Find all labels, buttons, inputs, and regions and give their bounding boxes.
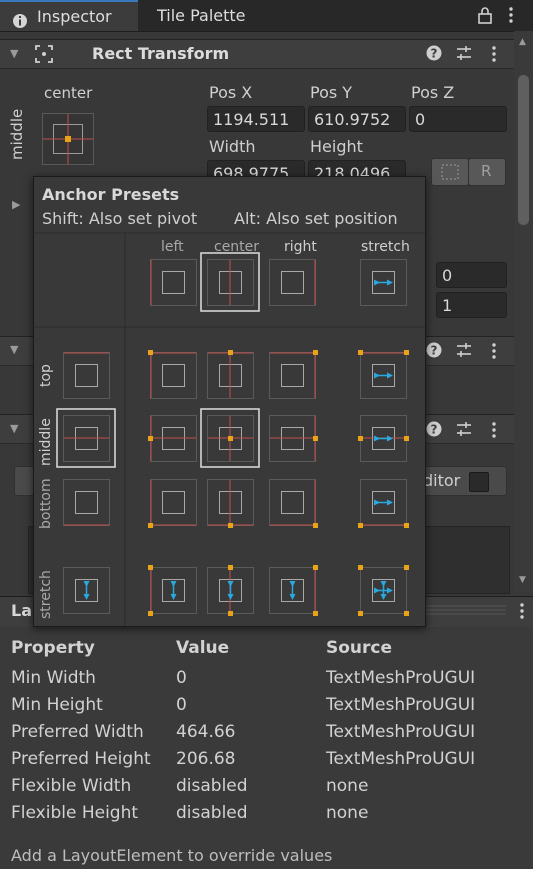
cell-property: Flexible Width <box>11 776 132 796</box>
settings-sliders-icon-2[interactable] <box>456 342 472 362</box>
height-label: Height <box>310 137 363 156</box>
inspector-icon <box>12 9 28 28</box>
settings-sliders-icon[interactable] <box>456 45 472 65</box>
layout-menu-icon[interactable] <box>518 602 526 624</box>
cell-property: Min Width <box>11 668 96 688</box>
cell-property: Min Height <box>11 695 103 715</box>
blueprint-icon <box>441 164 459 184</box>
cell-value: 0 <box>176 668 187 688</box>
col-header-property: Property <box>11 638 95 658</box>
preset-center-stretch[interactable] <box>207 565 254 616</box>
cell-source: TextMeshProUGUI <box>326 749 476 769</box>
lock-icon[interactable] <box>477 6 493 28</box>
pos-y-field[interactable]: 610.9752 <box>308 106 406 132</box>
scrollbar-thumb[interactable] <box>518 75 529 225</box>
help-icon[interactable]: ? <box>426 45 442 65</box>
cell-source: TextMeshProUGUI <box>326 668 476 688</box>
rect-transform-icon <box>34 44 54 68</box>
width-label: Width <box>209 137 256 156</box>
svg-text:?: ? <box>431 47 438 61</box>
scale-field-b[interactable]: 1 <box>436 292 507 318</box>
preset-right-none[interactable] <box>269 259 316 306</box>
editor-toggle-icon <box>469 472 489 492</box>
kebab-menu-icon[interactable] <box>507 6 515 28</box>
preset-right-bottom[interactable] <box>269 479 319 529</box>
rect-transform-title: Rect Transform <box>92 44 230 63</box>
cell-value: disabled <box>176 776 248 796</box>
anchor-h-label: center <box>44 84 93 102</box>
help-icon-2[interactable]: ? <box>426 342 442 362</box>
cell-value: 464.66 <box>176 722 236 742</box>
cell-property: Flexible Height <box>11 803 139 823</box>
preset-none-top[interactable] <box>63 352 110 399</box>
preset-right-stretch[interactable] <box>269 565 319 616</box>
preset-center-middle[interactable] <box>200 408 260 468</box>
col-header-value: Value <box>176 638 230 658</box>
scroll-down-icon[interactable]: ▼ <box>519 575 526 585</box>
settings-sliders-icon-3[interactable] <box>456 421 472 441</box>
preset-stretch-bottom[interactable] <box>358 479 409 529</box>
foldout-caret-icon[interactable]: ▼ <box>10 47 18 60</box>
tab-inspector-label: Inspector <box>37 7 112 26</box>
cell-property: Preferred Width <box>11 722 144 742</box>
preset-left-top[interactable] <box>148 350 197 399</box>
svg-text:?: ? <box>431 344 438 358</box>
cell-value: 206.68 <box>176 749 236 769</box>
preset-left-stretch[interactable] <box>148 565 197 616</box>
component-menu-icon-3[interactable] <box>490 421 498 443</box>
layout-properties-table: Property Value Source Min Width 0 TextMe… <box>0 627 533 869</box>
component-menu-icon-2[interactable] <box>490 342 498 364</box>
drag-handle-icon[interactable] <box>424 604 506 620</box>
cell-source: TextMeshProUGUI <box>326 722 476 742</box>
raw-edit-button[interactable]: R <box>468 158 506 186</box>
preset-none-stretch[interactable] <box>63 567 110 614</box>
svg-text:?: ? <box>431 423 438 437</box>
preset-center-top[interactable] <box>207 350 254 399</box>
preset-stretch-none[interactable] <box>360 259 407 306</box>
tab-tile-palette-label: Tile Palette <box>157 6 246 25</box>
anchor-v-label: middle <box>8 108 26 160</box>
preset-right-middle[interactable] <box>269 415 319 462</box>
pos-z-label: Pos Z <box>411 83 455 102</box>
layout-panel-title: La <box>11 601 32 620</box>
foldout-caret-icon-3[interactable]: ▼ <box>10 422 18 435</box>
cell-value: 0 <box>176 695 187 715</box>
anchor-preset-grid <box>34 232 425 626</box>
pos-x-label: Pos X <box>209 83 253 102</box>
help-icon-3[interactable]: ? <box>426 421 442 441</box>
cell-property: Preferred Height <box>11 749 151 769</box>
cell-source: TextMeshProUGUI <box>326 695 476 715</box>
component-menu-icon[interactable] <box>490 45 498 67</box>
anchors-foldout-icon[interactable]: ▶ <box>12 198 20 211</box>
pos-y-label: Pos Y <box>310 83 353 102</box>
preset-stretch-middle[interactable] <box>358 415 409 462</box>
cell-source: none <box>326 776 369 796</box>
cell-source: none <box>326 803 369 823</box>
raw-edit-label: R <box>481 162 492 180</box>
foldout-caret-icon-2[interactable]: ▼ <box>10 343 18 356</box>
layout-footer-text: Add a LayoutElement to override values <box>11 846 333 865</box>
preset-left-none[interactable] <box>150 259 197 306</box>
tab-inspector[interactable]: Inspector <box>0 0 138 31</box>
preset-center-none[interactable] <box>200 252 260 312</box>
preset-left-middle[interactable] <box>148 415 197 462</box>
preset-stretch-stretch[interactable] <box>358 565 409 616</box>
pos-z-field[interactable]: 0 <box>409 106 507 132</box>
col-header-source: Source <box>326 638 393 658</box>
tab-tile-palette[interactable]: Tile Palette <box>141 0 291 31</box>
preset-center-bottom[interactable] <box>207 479 254 529</box>
anchor-presets-popup: Anchor Presets Shift: Also set pivot Alt… <box>33 176 426 627</box>
scroll-up-icon[interactable]: ▲ <box>519 37 526 47</box>
blueprint-mode-button[interactable] <box>431 158 469 186</box>
editor-button-label: ditor <box>423 471 461 490</box>
pos-x-field[interactable]: 1194.511 <box>207 106 305 132</box>
anchor-preset-button[interactable] <box>42 113 94 165</box>
preset-stretch-top[interactable] <box>358 350 409 399</box>
preset-left-bottom[interactable] <box>148 479 197 529</box>
cell-value: disabled <box>176 803 248 823</box>
preset-right-top[interactable] <box>269 350 319 399</box>
rotation-field-a[interactable]: 0 <box>436 262 507 288</box>
preset-none-middle[interactable] <box>56 408 116 468</box>
preset-none-bottom[interactable] <box>63 479 110 526</box>
